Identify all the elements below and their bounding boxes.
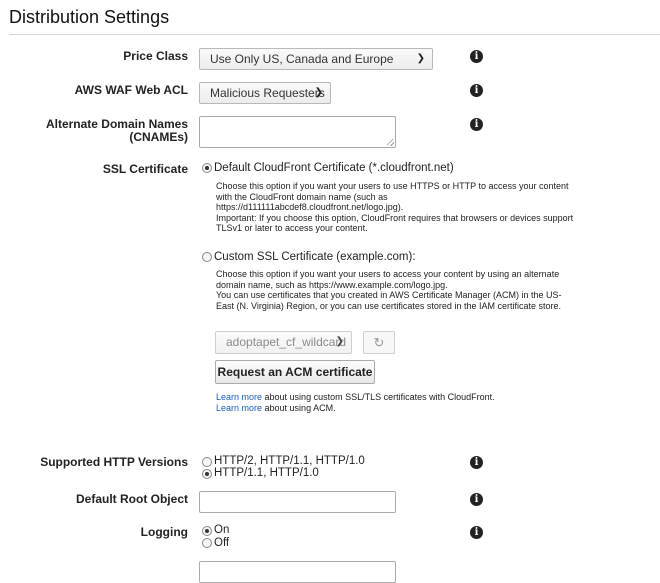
info-icon[interactable]: i — [470, 118, 483, 131]
info-icon[interactable]: i — [470, 526, 483, 539]
info-icon[interactable]: i — [470, 493, 483, 506]
logging-off-label[interactable]: Off — [214, 537, 229, 549]
desc-line: TLSv1 or later to access your content. — [216, 223, 368, 233]
learn-more-link[interactable]: Learn more — [216, 403, 262, 413]
learn-more-text: about using custom SSL/TLS certificates … — [262, 392, 495, 402]
logging-on-radio[interactable] — [202, 526, 212, 536]
refresh-button[interactable]: ↻ — [363, 331, 395, 354]
chevron-down-icon: ❯ — [335, 336, 344, 347]
logging-label: Logging — [140, 525, 188, 539]
info-icon[interactable]: i — [470, 84, 483, 97]
learn-more-block: Learn more about using custom SSL/TLS ce… — [216, 392, 616, 413]
ssl-default-description: Choose this option if you want your user… — [216, 181, 576, 234]
ssl-custom-radio[interactable] — [202, 252, 212, 262]
waf-value: Malicious Requesters — [210, 86, 325, 100]
waf-select[interactable]: Malicious Requesters ❯ — [199, 82, 331, 104]
title-divider — [9, 34, 660, 35]
ssl-default-option-label[interactable]: Default CloudFront Certificate (*.cloudf… — [214, 162, 454, 174]
request-acm-certificate-button[interactable]: Request an ACM certificate — [215, 360, 375, 384]
logging-off-radio[interactable] — [202, 538, 212, 548]
learn-more-link[interactable]: Learn more — [216, 392, 262, 402]
page-title: Distribution Settings — [9, 7, 170, 27]
http-versions-label: Supported HTTP Versions — [40, 455, 188, 469]
desc-line: Choose this option if you want your user… — [216, 269, 560, 279]
root-object-input[interactable] — [199, 491, 396, 513]
desc-line: Choose this option if you want your user… — [216, 181, 569, 191]
info-icon[interactable]: i — [470, 50, 483, 63]
http-version-option1-label[interactable]: HTTP/2, HTTP/1.1, HTTP/1.0 — [214, 455, 365, 467]
learn-more-line: Learn more about using custom SSL/TLS ce… — [216, 392, 616, 403]
cnames-label: Alternate Domain Names (CNAMEs) — [8, 118, 188, 144]
desc-line: Important: If you choose this option, Cl… — [216, 212, 574, 223]
certificate-select[interactable]: adoptapet_cf_wildcard ❯ — [215, 331, 352, 354]
http-version-option1-radio[interactable] — [202, 457, 212, 467]
resize-grip-icon[interactable] — [387, 139, 394, 146]
price-class-value: Use Only US, Canada and Europe — [210, 52, 394, 66]
cnames-textarea[interactable] — [199, 116, 396, 148]
ssl-label: SSL Certificate — [102, 162, 188, 176]
http-version-option2-label[interactable]: HTTP/1.1, HTTP/1.0 — [214, 467, 319, 479]
desc-line: You can use certificates that you create… — [216, 290, 562, 300]
desc-line: domain name, such as https://www.example… — [216, 279, 448, 290]
http-version-option2-radio[interactable] — [202, 469, 212, 479]
certificate-select-value: adoptapet_cf_wildcard — [226, 335, 347, 349]
ssl-custom-description: Choose this option if you want your user… — [216, 269, 576, 311]
logging-on-label[interactable]: On — [214, 524, 229, 536]
info-icon[interactable]: i — [470, 456, 483, 469]
chevron-down-icon: ❯ — [314, 87, 323, 98]
ssl-default-radio[interactable] — [202, 163, 212, 173]
cnames-label-line2: (CNAMEs) — [129, 130, 188, 144]
desc-line: with the CloudFront domain name (such as — [216, 191, 388, 202]
desc-line: https://d111111abcdef8.cloudfront.net/lo… — [216, 202, 404, 212]
chevron-down-icon: ❯ — [416, 53, 425, 64]
waf-label: AWS WAF Web ACL — [74, 83, 188, 97]
refresh-icon: ↻ — [373, 335, 385, 350]
price-class-select[interactable]: Use Only US, Canada and Europe ❯ — [199, 48, 433, 70]
ssl-custom-option-label[interactable]: Custom SSL Certificate (example.com): — [214, 251, 416, 263]
root-object-label: Default Root Object — [75, 492, 188, 506]
learn-more-line: Learn more about using ACM. — [216, 403, 616, 414]
learn-more-text: about using ACM. — [262, 402, 336, 413]
next-field-input[interactable] — [199, 561, 396, 583]
price-class-label: Price Class — [123, 49, 188, 63]
desc-line: East (N. Virginia) Region, or you can us… — [216, 300, 561, 311]
